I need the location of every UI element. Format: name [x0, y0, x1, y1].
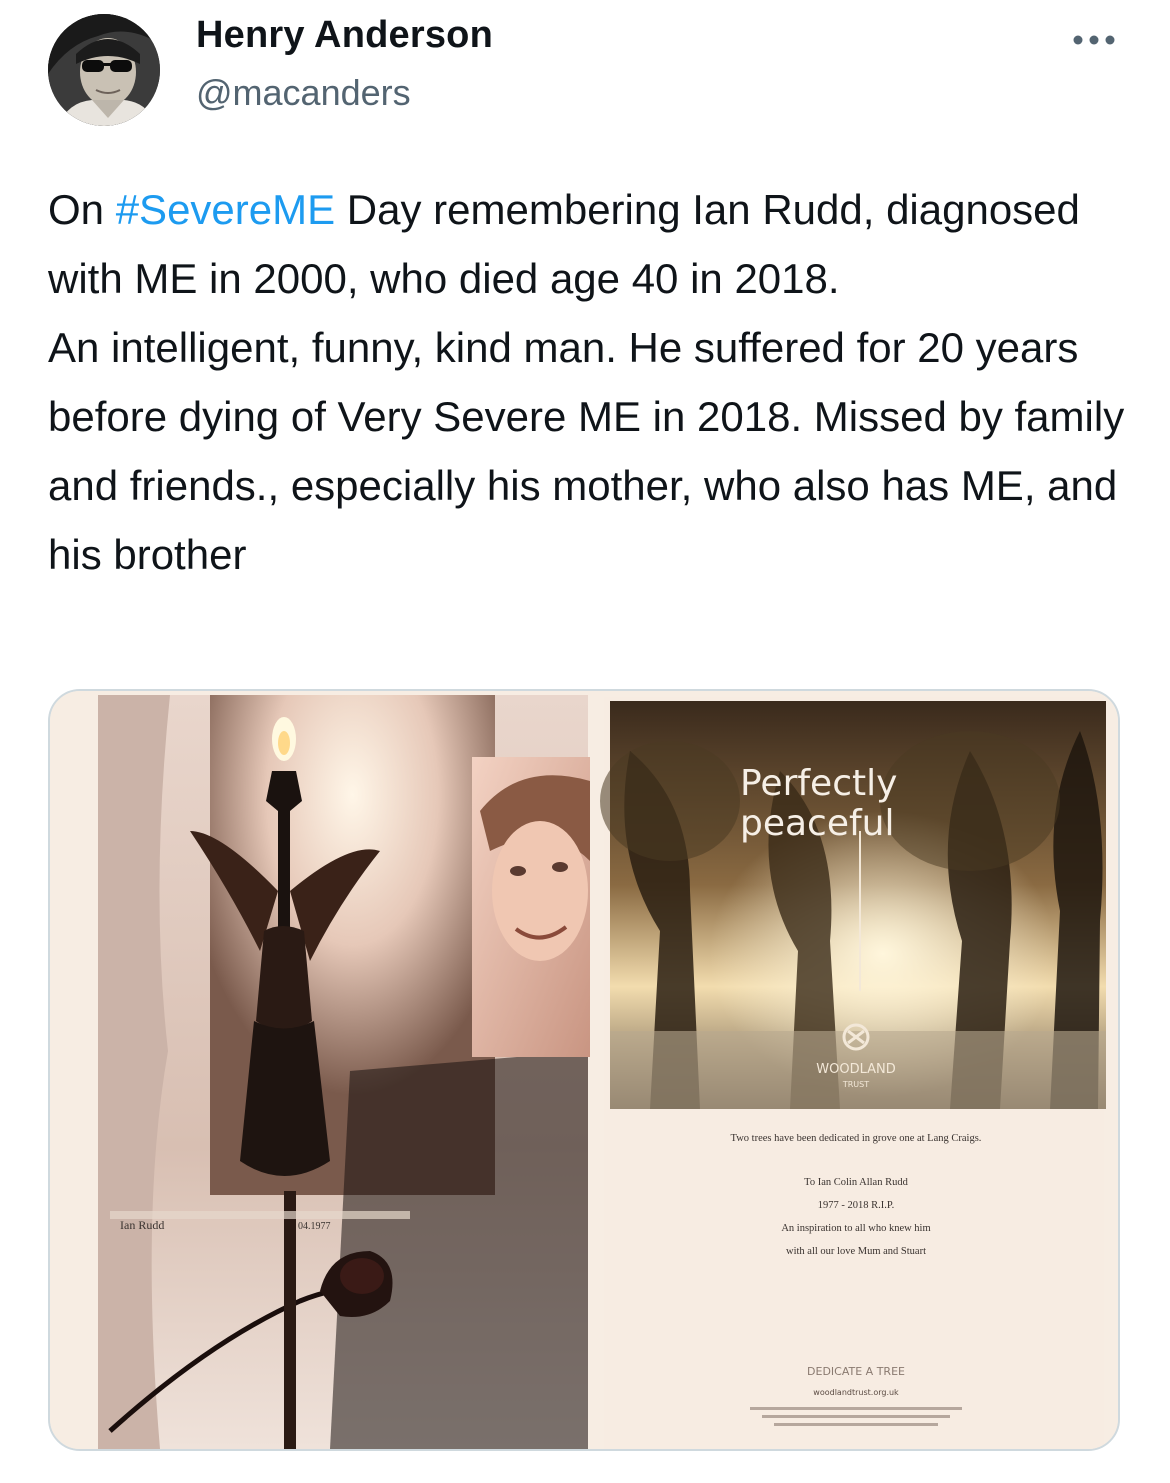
- card-title-line1: Perfectly: [740, 763, 897, 804]
- person-with-sunglasses-avatar-icon: [48, 14, 160, 126]
- left-photo-name: Ian Rudd: [120, 1218, 164, 1232]
- memorial-photo-collage: Ian Rudd 04.1977 Perfectly peaceful WOOD…: [50, 691, 1118, 1449]
- tweet: Henry Anderson @macanders On #SevereME D…: [0, 0, 1170, 1483]
- logo-subtext: TRUST: [842, 1080, 869, 1089]
- author-handle[interactable]: @macanders: [196, 72, 411, 114]
- more-options-button[interactable]: [1062, 20, 1126, 60]
- message-line-4: with all our love Mum and Stuart: [786, 1246, 926, 1257]
- author-name[interactable]: Henry Anderson: [196, 14, 493, 57]
- tweet-text-prefix: On: [48, 186, 116, 233]
- card-title-line2: peaceful: [740, 803, 895, 844]
- message-line-2: 1977 - 2018 R.I.P.: [818, 1200, 894, 1211]
- tweet-paragraph-2: An intelligent, funny, kind man. He suff…: [48, 324, 1125, 578]
- hashtag-link[interactable]: #SevereME: [116, 186, 335, 233]
- message-line-1: To Ian Colin Allan Rudd: [804, 1177, 908, 1188]
- dedicate-cta: DEDICATE A TREE: [807, 1365, 905, 1378]
- message-line-3: An inspiration to all who knew him: [781, 1223, 930, 1234]
- tweet-media-image[interactable]: Ian Rudd 04.1977 Perfectly peaceful WOOD…: [48, 689, 1120, 1451]
- tweet-paragraph-1: On #SevereME Day remembering Ian Rudd, d…: [48, 175, 1138, 313]
- left-photo-date: 04.1977: [298, 1221, 331, 1232]
- website-text: woodlandtrust.org.uk: [813, 1388, 899, 1397]
- dedication-line: Two trees have been dedicated in grove o…: [731, 1133, 982, 1144]
- author-avatar[interactable]: [48, 14, 160, 126]
- logo-text: WOODLAND: [816, 1062, 896, 1077]
- tweet-text: On #SevereME Day remembering Ian Rudd, d…: [48, 175, 1138, 589]
- more-horizontal-icon: [1073, 35, 1115, 45]
